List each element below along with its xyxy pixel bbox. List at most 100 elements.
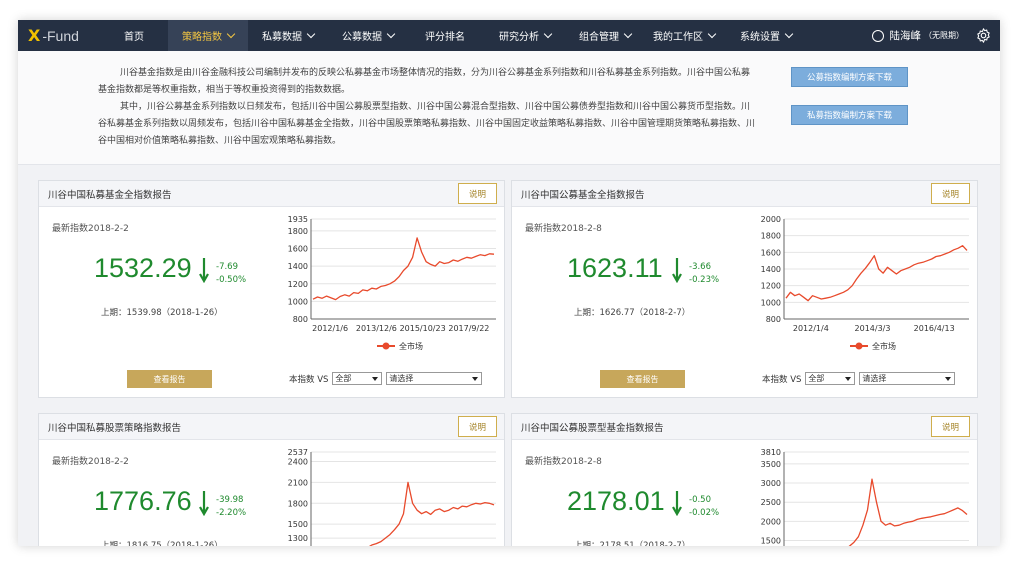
dropdown-caret-icon xyxy=(472,377,479,381)
intro-panel: 川谷基金指数是由川谷金融科技公司编制并发布的反映公私募基金市场整体情况的指数，分… xyxy=(18,51,1000,165)
nav-item-rating-rank[interactable]: 评分排名 xyxy=(408,20,482,51)
y-tick-label: 1800 xyxy=(288,227,308,236)
help-button[interactable]: 说明 xyxy=(458,183,497,204)
card-header: 川谷中国公募股票型基金指数报告 说明 xyxy=(512,414,977,440)
help-button[interactable]: 说明 xyxy=(931,416,970,437)
latest-index-label: 最新指数2018-2-8 xyxy=(525,224,602,234)
nav-item-portfolio[interactable]: 组合管理 xyxy=(568,20,642,51)
private-index-download-button[interactable]: 私募指数编制方案下载 xyxy=(791,105,908,125)
latest-index-label: 最新指数2018-2-2 xyxy=(52,224,129,234)
y-tick-label: 3810 xyxy=(761,448,781,457)
user-name: 陆海峰 xyxy=(889,30,922,42)
index-card: 川谷中国私募基金全指数报告 说明 最新指数2018-2-2 1532.29 -7… xyxy=(38,180,505,398)
y-tick-label: 1500 xyxy=(761,537,781,546)
nav-item-settings[interactable]: 系统设置 xyxy=(726,20,806,51)
nav-item-research[interactable]: 研究分析 xyxy=(482,20,568,51)
legend-marker xyxy=(855,342,863,350)
chevron-down-icon xyxy=(623,29,633,39)
y-tick-label: 800 xyxy=(293,315,308,324)
help-button[interactable]: 说明 xyxy=(931,183,970,204)
nav-item-public-data[interactable]: 公募数据 xyxy=(328,20,408,51)
index-line-chart: 1100130015001800210024002537 xyxy=(288,448,496,546)
user-tag: （无限期） xyxy=(924,31,964,40)
legend-label: 全市场 xyxy=(872,341,896,351)
user-icon xyxy=(871,29,884,42)
top-nav: X -Fund 首页 策略指数 私募数据 公募数据 评分排名 研究分析 组合管理 … xyxy=(18,20,1000,51)
change-percent: -0.02% xyxy=(689,508,720,518)
y-tick-label: 1200 xyxy=(288,280,308,289)
index-card: 川谷中国私募股票策略指数报告 说明 最新指数2018-2-2 1776.76 -… xyxy=(38,413,505,546)
logo-text: -Fund xyxy=(42,27,79,44)
y-tick-label: 1300 xyxy=(288,534,308,543)
x-tick-label: 2014/3/3 xyxy=(855,324,891,333)
index-value: 1776.76 xyxy=(94,486,192,516)
card-header: 川谷中国公募基金全指数报告 说明 xyxy=(512,181,977,207)
intro-paragraph-1: 川谷基金指数是由川谷金融科技公司编制并发布的反映公私募基金市场整体情况的指数，分… xyxy=(98,68,751,95)
previous-index: 上期：1626.77（2018-2-7） xyxy=(574,308,691,318)
y-tick-label: 800 xyxy=(766,315,781,324)
user-menu[interactable]: 陆海峰 （无限期） xyxy=(871,20,964,51)
change-percent: -2.20% xyxy=(216,508,247,518)
view-report-button[interactable]: 查看报告 xyxy=(127,370,212,388)
compare-row: 本指数 VS 全部 请选择 xyxy=(762,372,956,385)
down-arrow-icon xyxy=(672,491,682,516)
card-title: 川谷中国私募股票策略指数报告 xyxy=(48,422,182,434)
chevron-down-icon xyxy=(543,29,553,39)
market-select[interactable]: 全部 xyxy=(805,372,856,385)
gear-icon[interactable] xyxy=(975,27,992,44)
market-select[interactable]: 全部 xyxy=(332,372,383,385)
y-tick-label: 1400 xyxy=(761,265,781,274)
index-card: 川谷中国公募基金全指数报告 说明 最新指数2018-2-8 1623.11 -3… xyxy=(511,180,978,398)
index-line-chart: 1500 2000 2500 3000 3500 3810 xyxy=(761,448,969,546)
logo[interactable]: X -Fund xyxy=(18,20,100,51)
chevron-down-icon xyxy=(707,29,717,39)
y-tick-label: 2400 xyxy=(288,458,308,467)
dropdown-caret-icon xyxy=(845,377,852,381)
card-title: 川谷中国公募股票型基金指数报告 xyxy=(521,422,664,434)
nav-item-workspace[interactable]: 我的工作区 xyxy=(642,20,726,51)
series-line xyxy=(368,481,495,546)
y-tick-label: 1800 xyxy=(761,232,781,241)
down-arrow-icon xyxy=(199,491,209,516)
chevron-down-icon xyxy=(784,29,794,39)
help-button[interactable]: 说明 xyxy=(458,416,497,437)
latest-index-label: 最新指数2018-2-2 xyxy=(52,457,129,467)
change-value: -3.66 xyxy=(689,262,711,272)
x-tick-label: 2012/1/4 xyxy=(793,324,829,333)
legend-label: 全市场 xyxy=(399,341,423,351)
x-tick-label: 2017/9/22 xyxy=(448,324,489,333)
compare-index-select[interactable]: 请选择 xyxy=(386,372,483,385)
view-report-button[interactable]: 查看报告 xyxy=(600,370,685,388)
y-tick-label: 1600 xyxy=(288,245,308,254)
y-tick-label: 2100 xyxy=(288,478,308,487)
x-tick-label: 2015/10/23 xyxy=(400,324,446,333)
down-arrow-icon xyxy=(199,258,209,283)
y-tick-label: 1500 xyxy=(288,520,308,529)
intro-paragraph-2: 其中，川谷公募基金系列指数以日频发布，包括川谷中国公募股票型指数、川谷中国公募混… xyxy=(98,102,756,146)
y-tick-label: 1600 xyxy=(761,248,781,257)
y-tick-label: 3500 xyxy=(761,460,781,469)
logo-mark: X xyxy=(28,26,41,45)
y-tick-label: 2000 xyxy=(761,215,781,224)
index-value: 2178.01 xyxy=(567,486,665,516)
vs-label: 本指数 VS xyxy=(762,374,802,385)
previous-index: 上期：2178.51（2018-2-7） xyxy=(574,541,691,546)
y-tick-label: 1935 xyxy=(288,215,308,224)
nav-item-strategy-index[interactable]: 策略指数 xyxy=(168,20,248,51)
nav-item-private-data[interactable]: 私募数据 xyxy=(248,20,328,51)
y-tick-label: 1000 xyxy=(288,297,308,306)
nav-item-home[interactable]: 首页 xyxy=(100,20,168,51)
y-tick-label: 2500 xyxy=(761,498,781,507)
card-header: 川谷中国私募股票策略指数报告 说明 xyxy=(39,414,504,440)
index-line-chart: 800 1000 1200 1400 1600 1800 2000 2012/1/4 2014/… xyxy=(761,215,969,351)
card-header: 川谷中国私募基金全指数报告 说明 xyxy=(39,181,504,207)
legend-marker xyxy=(382,342,390,350)
series-line xyxy=(785,245,968,302)
public-index-download-button[interactable]: 公募指数编制方案下载 xyxy=(791,67,908,87)
compare-index-select[interactable]: 请选择 xyxy=(859,372,956,385)
y-tick-label: 1000 xyxy=(761,298,781,307)
chevron-down-icon xyxy=(226,29,236,39)
card-title: 川谷中国私募基金全指数报告 xyxy=(48,189,172,201)
change-value: -7.69 xyxy=(216,262,238,272)
change-value: -0.50 xyxy=(689,495,711,505)
